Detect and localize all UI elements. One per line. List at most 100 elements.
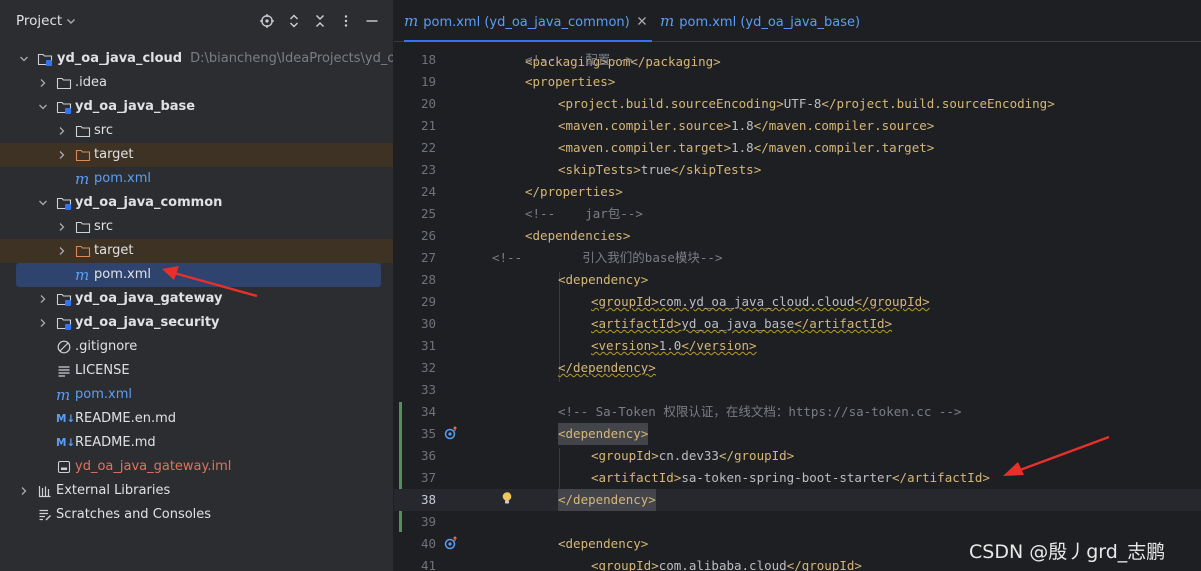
code-line[interactable]: 20 <project.build.sourceEncoding>UTF-8</p…	[394, 93, 1201, 115]
tree-item-readme-md[interactable]: M↓ README.md	[4, 431, 393, 455]
line-number[interactable]: 20	[394, 93, 436, 115]
lightbulb-icon[interactable]	[500, 491, 514, 505]
chevron-right-icon[interactable]	[37, 77, 49, 89]
tree-item-readme-en-md[interactable]: M↓ README.en.md	[4, 407, 393, 431]
line-number[interactable]: 31	[394, 335, 436, 357]
code-line[interactable]: 32 </dependency>	[394, 357, 1201, 379]
line-number[interactable]: 30	[394, 313, 436, 335]
tab-pom-xml-base[interactable]: m pom.xml (yd_oa_java_base)	[660, 0, 880, 42]
line-number[interactable]: 29	[394, 291, 436, 313]
tree-item-target[interactable]: target	[0, 239, 393, 263]
tree-item-label: README.en.md	[75, 411, 176, 426]
code-line[interactable]: 30 <artifactId>yd_oa_java_base</artifactI…	[394, 313, 1201, 335]
line-number[interactable]: 18	[394, 49, 436, 71]
code-line[interactable]: 26 <dependencies>	[394, 225, 1201, 247]
more-options-icon[interactable]	[338, 13, 354, 29]
code-line[interactable]: 39	[394, 511, 1201, 533]
chevron-right-icon[interactable]	[18, 485, 30, 497]
tree-item-src[interactable]: src	[4, 119, 393, 143]
code-text: </dependency>	[558, 360, 656, 375]
code-line[interactable]: 25 <!-- jar包-->	[394, 203, 1201, 225]
chevron-right-icon[interactable]	[56, 149, 68, 161]
code-line[interactable]: 19 <properties>	[394, 71, 1201, 93]
line-number[interactable]: 24	[394, 181, 436, 203]
code-line[interactable]: 23 <skipTests>true</skipTests>	[394, 159, 1201, 181]
line-number[interactable]: 41	[394, 555, 436, 571]
tree-item-pom-xml[interactable]: m pom.xml	[4, 167, 393, 191]
line-number[interactable]: 28	[394, 269, 436, 291]
module-folder-icon	[37, 53, 53, 66]
tree-item-label: yd_oa_java_base	[75, 99, 196, 114]
tree-item-yd-oa-java-gateway[interactable]: yd_oa_java_gateway	[4, 287, 393, 311]
code-line[interactable]: 28 <dependency>	[394, 269, 1201, 291]
line-number[interactable]: 33	[394, 379, 436, 401]
tree-item-external-libraries[interactable]: External Libraries	[4, 479, 393, 503]
dependency-update-icon[interactable]	[444, 536, 458, 550]
tree-item-license[interactable]: LICENSE	[4, 359, 393, 383]
line-number[interactable]: 39	[394, 511, 436, 533]
project-tool-window: Project yd_oa_java_cloud D:\biancheng\Ide…	[0, 0, 393, 571]
code-line[interactable]: 24 </properties>	[394, 181, 1201, 203]
line-number[interactable]: 27	[394, 247, 436, 269]
line-number[interactable]: 40	[394, 533, 436, 555]
code-line[interactable]: 35 <dependency>	[394, 423, 1201, 445]
folder-icon	[75, 221, 91, 234]
tree-item-src[interactable]: src	[4, 215, 393, 239]
code-editor[interactable]: <packaging>pom</packaging> 18 <!-- 配置--> 1…	[394, 42, 1201, 571]
dependency-update-icon[interactable]	[444, 426, 458, 440]
code-line[interactable]: 27 <!-- 引入我们的base模块-->	[394, 247, 1201, 269]
chevron-right-icon[interactable]	[37, 293, 49, 305]
line-number[interactable]: 22	[394, 137, 436, 159]
maven-icon: m	[75, 170, 90, 188]
tree-item-yd-oa-java-common[interactable]: yd_oa_java_common	[4, 191, 393, 215]
expand-collapse-icon[interactable]	[286, 13, 302, 29]
line-number[interactable]: 23	[394, 159, 436, 181]
close-icon[interactable]	[636, 15, 648, 27]
line-number[interactable]: 35	[394, 423, 436, 445]
tree-item-idea[interactable]: .idea	[4, 71, 393, 95]
chevron-down-icon[interactable]	[37, 101, 49, 113]
module-folder-icon	[56, 197, 72, 210]
chevron-right-icon[interactable]	[56, 221, 68, 233]
line-number[interactable]: 32	[394, 357, 436, 379]
line-number[interactable]: 26	[394, 225, 436, 247]
code-line[interactable]: 21 <maven.compiler.source>1.8</maven.comp…	[394, 115, 1201, 137]
code-line[interactable]: 38 </dependency>	[394, 489, 1201, 511]
tab-pom-xml-common[interactable]: m pom.xml (yd_oa_java_common)	[404, 0, 652, 42]
line-number[interactable]: 34	[394, 401, 436, 423]
editor: m pom.xml (yd_oa_java_common) m pom.xml (y…	[394, 0, 1201, 571]
tree-item-yd-oa-java-base[interactable]: yd_oa_java_base	[4, 95, 393, 119]
code-line[interactable]: 18 <!-- 配置-->	[394, 49, 1201, 71]
line-number[interactable]: 37	[394, 467, 436, 489]
line-number[interactable]: 38	[394, 489, 436, 511]
line-number[interactable]: 25	[394, 203, 436, 225]
chevron-down-icon[interactable]	[37, 197, 49, 209]
tree-item-yd-oa-java-cloud[interactable]: yd_oa_java_cloud D:\biancheng\IdeaProject…	[4, 47, 393, 71]
chevron-down-icon[interactable]	[66, 14, 76, 28]
tree-item-pom-xml[interactable]: m pom.xml	[4, 383, 393, 407]
project-view-selector[interactable]: Project	[16, 13, 62, 29]
chevron-down-icon[interactable]	[18, 53, 30, 65]
minimize-icon[interactable]	[364, 13, 380, 29]
code-line[interactable]: 31 <version>1.0</version>	[394, 335, 1201, 357]
tree-item-target[interactable]: target	[0, 143, 393, 167]
code-line[interactable]: 22 <maven.compiler.target>1.8</maven.comp…	[394, 137, 1201, 159]
tree-item-pom-xml-selected[interactable]: m pom.xml	[16, 263, 381, 287]
line-number[interactable]: 21	[394, 115, 436, 137]
tree-item-yd-oa-java-security[interactable]: yd_oa_java_security	[4, 311, 393, 335]
chevron-right-icon[interactable]	[56, 245, 68, 257]
tree-item-scratches-and-consoles[interactable]: Scratches and Consoles	[4, 503, 393, 527]
code-line[interactable]: 29 <groupId>com.yd_oa_java_cloud.cloud</g…	[394, 291, 1201, 313]
code-line[interactable]: 37 <artifactId>sa-token-spring-boot-start…	[394, 467, 1201, 489]
locate-icon[interactable]	[259, 13, 275, 29]
tree-item-gateway-iml[interactable]: yd_oa_java_gateway.iml	[4, 455, 393, 479]
chevron-right-icon[interactable]	[37, 317, 49, 329]
code-line[interactable]: 36 <groupId>cn.dev33</groupId>	[394, 445, 1201, 467]
chevron-right-icon[interactable]	[56, 125, 68, 137]
code-line[interactable]: 34 <!-- Sa-Token 权限认证，在线文档：https://sa-tok…	[394, 401, 1201, 423]
line-number[interactable]: 19	[394, 71, 436, 93]
code-line[interactable]: 33	[394, 379, 1201, 401]
collapse-all-icon[interactable]	[312, 13, 328, 29]
line-number[interactable]: 36	[394, 445, 436, 467]
tree-item-gitignore[interactable]: .gitignore	[4, 335, 393, 359]
